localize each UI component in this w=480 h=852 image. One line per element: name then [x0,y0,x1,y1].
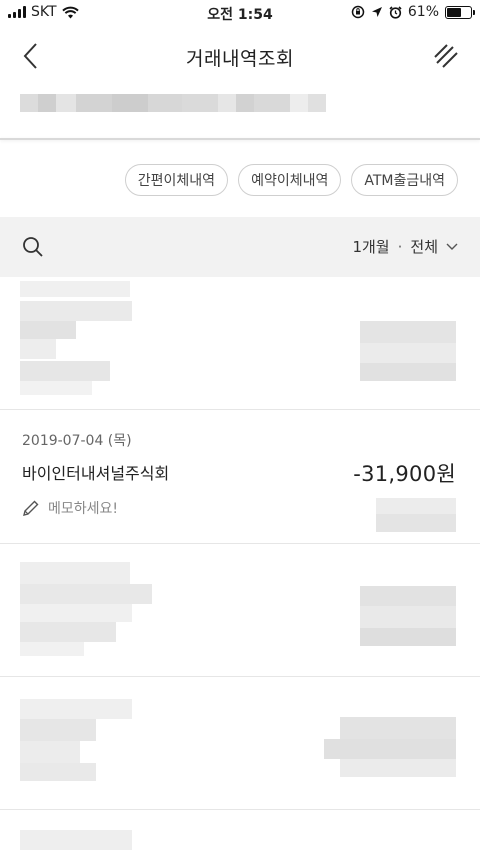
period-label: 1개월 [352,238,390,256]
transaction-row-blurred[interactable] [0,544,480,677]
transaction-row-blurred[interactable] [0,810,480,852]
menu-slash-icon [434,44,458,68]
page-title: 거래내역조회 [186,48,294,70]
chip-simple-transfer[interactable]: 간편이체내역 [124,164,229,196]
header: 거래내역조회 [0,26,480,86]
transaction-date: 2019-07-04 (목) [22,433,132,449]
search-button[interactable] [22,236,44,262]
chip-scheduled-transfer[interactable]: 예약이체내역 [238,164,342,196]
period-selector[interactable]: 1개월 · 전체 [352,236,458,257]
battery-percent: 61% [407,4,439,20]
transaction-row-blurred[interactable] [0,677,480,810]
chevron-down-icon [446,243,458,250]
memo-placeholder: 메모하세요! [48,501,119,517]
memo-button[interactable]: 메모하세요! [22,498,118,518]
filter-bar: 1개월 · 전체 [0,217,480,277]
transaction-name: 바이인터내셔널주식회 [22,464,170,483]
transaction-amount: -31,900원 [353,462,456,486]
type-label: 전체 [410,238,438,256]
transfer-type-chips: 간편이체내역 예약이체내역 ATM출금내역 [124,164,458,196]
menu-button[interactable] [430,40,462,72]
transaction-row-blurred[interactable] [0,277,480,410]
transaction-row[interactable]: 2019-07-04 (목) 바이인터내셔널주식회 -31,900원 메모하세요… [0,410,480,544]
status-right: 61% [351,4,475,20]
chip-atm-withdrawal[interactable]: ATM출금내역 [351,164,458,196]
header-divider [0,138,480,140]
search-icon [23,237,43,257]
account-info-blurred [20,94,326,112]
status-bar: SKT 오전 1:54 61% [0,0,480,26]
alarm-icon [389,5,402,19]
pencil-icon [23,500,39,516]
rotation-lock-icon [351,5,365,19]
battery-icon [445,5,475,19]
balance-blurred [376,498,456,532]
transaction-list: 2019-07-04 (목) 바이인터내셔널주식회 -31,900원 메모하세요… [0,277,480,852]
location-icon [371,7,382,17]
period-separator: · [397,237,403,256]
